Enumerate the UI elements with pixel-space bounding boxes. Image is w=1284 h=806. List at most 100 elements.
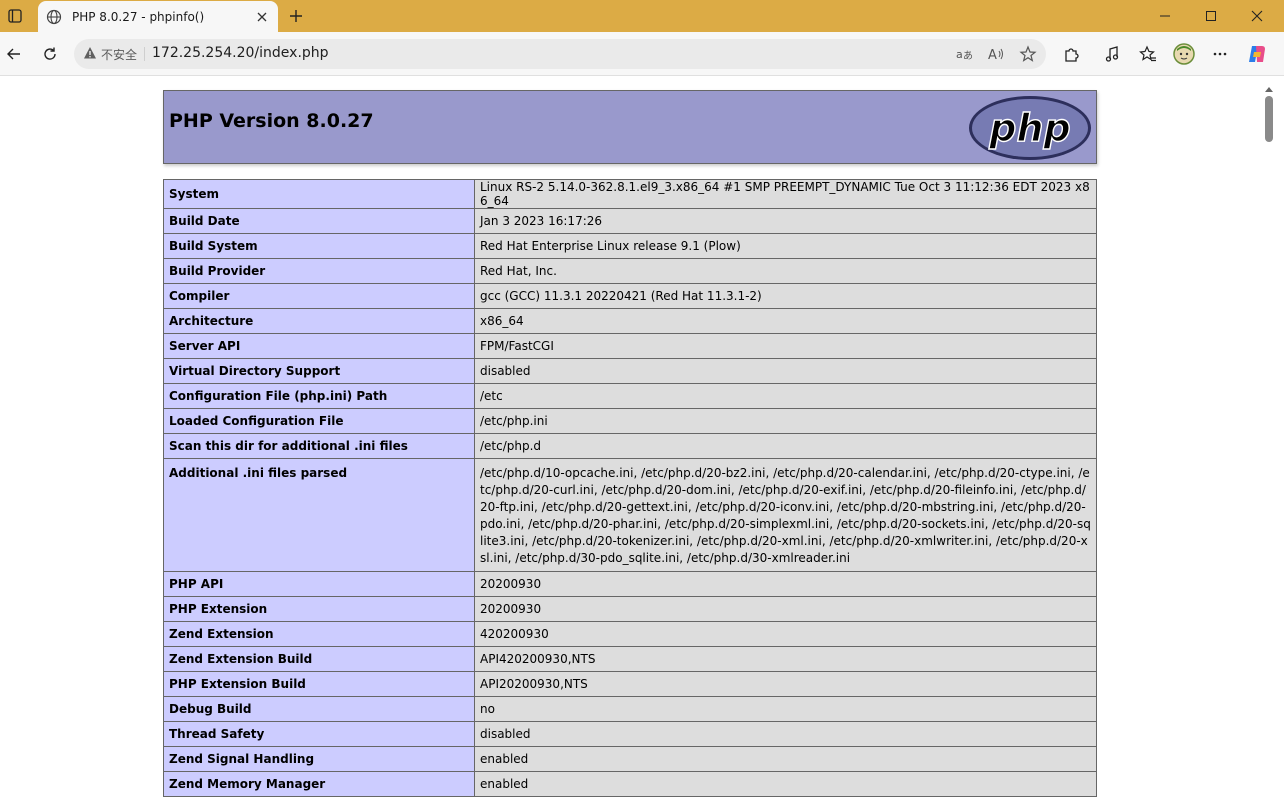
close-icon[interactable]: [254, 9, 270, 25]
row-key: Build Date: [163, 208, 475, 234]
row-key: Build System: [163, 233, 475, 259]
row-value: /etc: [474, 383, 1097, 409]
row-value: /etc/php.d: [474, 433, 1097, 459]
php-logo: php: [968, 95, 1092, 165]
table-row: Server API FPM/FastCGI: [163, 333, 1097, 359]
address-bar[interactable]: 不安全 172.25.254.20/index.php aあ A: [74, 39, 1046, 69]
phpinfo-table: System Linux RS-2 5.14.0-362.8.1.el9_3.x8…: [163, 179, 1097, 797]
table-row: PHP Extension 20200930: [163, 596, 1097, 622]
svg-text:あ: あ: [963, 50, 973, 62]
minimize-icon[interactable]: [1142, 0, 1188, 32]
row-value: API420200930,NTS: [474, 646, 1097, 672]
row-key: System: [163, 179, 475, 209]
row-value: Jan 3 2023 16:17:26: [474, 208, 1097, 234]
scrollbar-thumb[interactable]: [1265, 96, 1273, 142]
row-value: enabled: [474, 746, 1097, 772]
row-value: enabled: [474, 771, 1097, 797]
row-value: x86_64: [474, 308, 1097, 334]
avatar-icon[interactable]: [1170, 40, 1198, 68]
row-value: disabled: [474, 721, 1097, 747]
svg-text:a: a: [956, 48, 963, 61]
table-row: Loaded Configuration File/etc/php.ini: [163, 408, 1097, 434]
row-key: Thread Safety: [163, 721, 475, 747]
row-key: Loaded Configuration File: [163, 408, 475, 434]
table-row: Configuration File (php.ini) Path/etc: [163, 383, 1097, 409]
warning-icon: [83, 46, 97, 63]
more-icon[interactable]: [1206, 40, 1234, 68]
tab-phpinfo[interactable]: PHP 8.0.27 - phpinfo(): [38, 1, 278, 32]
row-key: Scan this dir for additional .ini files: [163, 433, 475, 459]
row-value: 420200930: [474, 621, 1097, 647]
favorites-icon[interactable]: [1134, 40, 1162, 68]
plus-icon[interactable]: [284, 4, 308, 28]
table-row: Zend Memory Manager enabled: [163, 771, 1097, 797]
row-value: gcc (GCC) 11.3.1 20220421 (Red Hat 11.3.…: [474, 283, 1097, 309]
row-value: /etc/php.d/10-opcache.ini, /etc/php.d/20…: [474, 458, 1097, 572]
row-key: PHP Extension: [163, 596, 475, 622]
table-row: Compiler gcc (GCC) 11.3.1 20220421 (Red H…: [163, 283, 1097, 309]
row-value: /etc/php.ini: [474, 408, 1097, 434]
table-row: Thread Safety disabled: [163, 721, 1097, 747]
tab-title: PHP 8.0.27 - phpinfo(): [72, 9, 205, 24]
row-key: Zend Memory Manager: [163, 771, 475, 797]
row-key: Virtual Directory Support: [163, 358, 475, 384]
address-separator: [144, 47, 145, 61]
table-row: Additional .ini files parsed/etc/php.d/1…: [163, 458, 1097, 572]
row-key: Debug Build: [163, 696, 475, 722]
translate-icon[interactable]: aあ: [954, 44, 974, 64]
row-value: disabled: [474, 358, 1097, 384]
security-indicator[interactable]: 不安全: [83, 46, 137, 63]
php-version-header: PHP Version 8.0.27 php: [163, 90, 1097, 164]
row-key: PHP API: [163, 571, 475, 597]
row-key: PHP Extension Build: [163, 671, 475, 697]
row-key: Build Provider: [163, 258, 475, 284]
tab-actions-icon[interactable]: [0, 0, 30, 32]
row-value: 20200930: [474, 596, 1097, 622]
row-value: Red Hat, Inc.: [474, 258, 1097, 284]
php-logo-text: php: [988, 106, 1070, 150]
refresh-icon[interactable]: [36, 40, 64, 68]
table-row: System Linux RS-2 5.14.0-362.8.1.el9_3.x8…: [163, 179, 1097, 209]
music-icon[interactable]: [1098, 40, 1126, 68]
title-bar: PHP 8.0.27 - phpinfo(): [0, 0, 1284, 32]
table-row: Build System Red Hat Enterprise Linux rel…: [163, 233, 1097, 259]
table-row: Zend Signal Handling enabled: [163, 746, 1097, 772]
close-window-icon[interactable]: [1234, 0, 1280, 32]
table-row: Scan this dir for additional .ini files /…: [163, 433, 1097, 459]
puzzle-icon[interactable]: [1058, 40, 1086, 68]
security-label: 不安全: [101, 48, 138, 62]
table-row: Virtual Directory Support disabled: [163, 358, 1097, 384]
url-text[interactable]: 172.25.254.20/index.php: [152, 45, 329, 61]
row-key: Compiler: [163, 283, 475, 309]
vertical-scrollbar[interactable]: [1262, 76, 1284, 806]
page-content: PHP Version 8.0.27 php System Linux RS-2 …: [0, 76, 1262, 806]
row-value: 20200930: [474, 571, 1097, 597]
table-row: Zend Extension 420200930: [163, 621, 1097, 647]
table-row: PHP API 20200930: [163, 571, 1097, 597]
row-key: Additional .ini files parsed: [163, 458, 475, 572]
maximize-icon[interactable]: [1188, 0, 1234, 32]
row-key: Server API: [163, 333, 475, 359]
globe-icon: [46, 9, 62, 25]
row-value: Linux RS-2 5.14.0-362.8.1.el9_3.x86_64 #…: [474, 179, 1097, 209]
row-value: Red Hat Enterprise Linux release 9.1 (Pl…: [474, 233, 1097, 259]
star-icon[interactable]: [1018, 44, 1038, 64]
row-value: API20200930,NTS: [474, 671, 1097, 697]
table-row: Architecture x86_64: [163, 308, 1097, 334]
back-arrow-icon[interactable]: [0, 40, 28, 68]
read-aloud-icon[interactable]: A: [986, 44, 1006, 64]
row-key: Zend Extension Build: [163, 646, 475, 672]
row-key: Zend Signal Handling: [163, 746, 475, 772]
svg-text:A: A: [988, 48, 997, 63]
row-key: Architecture: [163, 308, 475, 334]
page-title: PHP Version 8.0.27: [169, 110, 374, 132]
table-row: Build Date Jan 3 2023 16:17:26: [163, 208, 1097, 234]
table-row: Debug Build no: [163, 696, 1097, 722]
row-key: Zend Extension: [163, 621, 475, 647]
table-row: Build Provider Red Hat, Inc.: [163, 258, 1097, 284]
scroll-up-arrow-icon[interactable]: [1264, 80, 1274, 92]
row-value: FPM/FastCGI: [474, 333, 1097, 359]
table-row: PHP Extension Build API20200930,NTS: [163, 671, 1097, 697]
copilot-icon[interactable]: [1243, 40, 1271, 68]
row-key: Configuration File (php.ini) Path: [163, 383, 475, 409]
